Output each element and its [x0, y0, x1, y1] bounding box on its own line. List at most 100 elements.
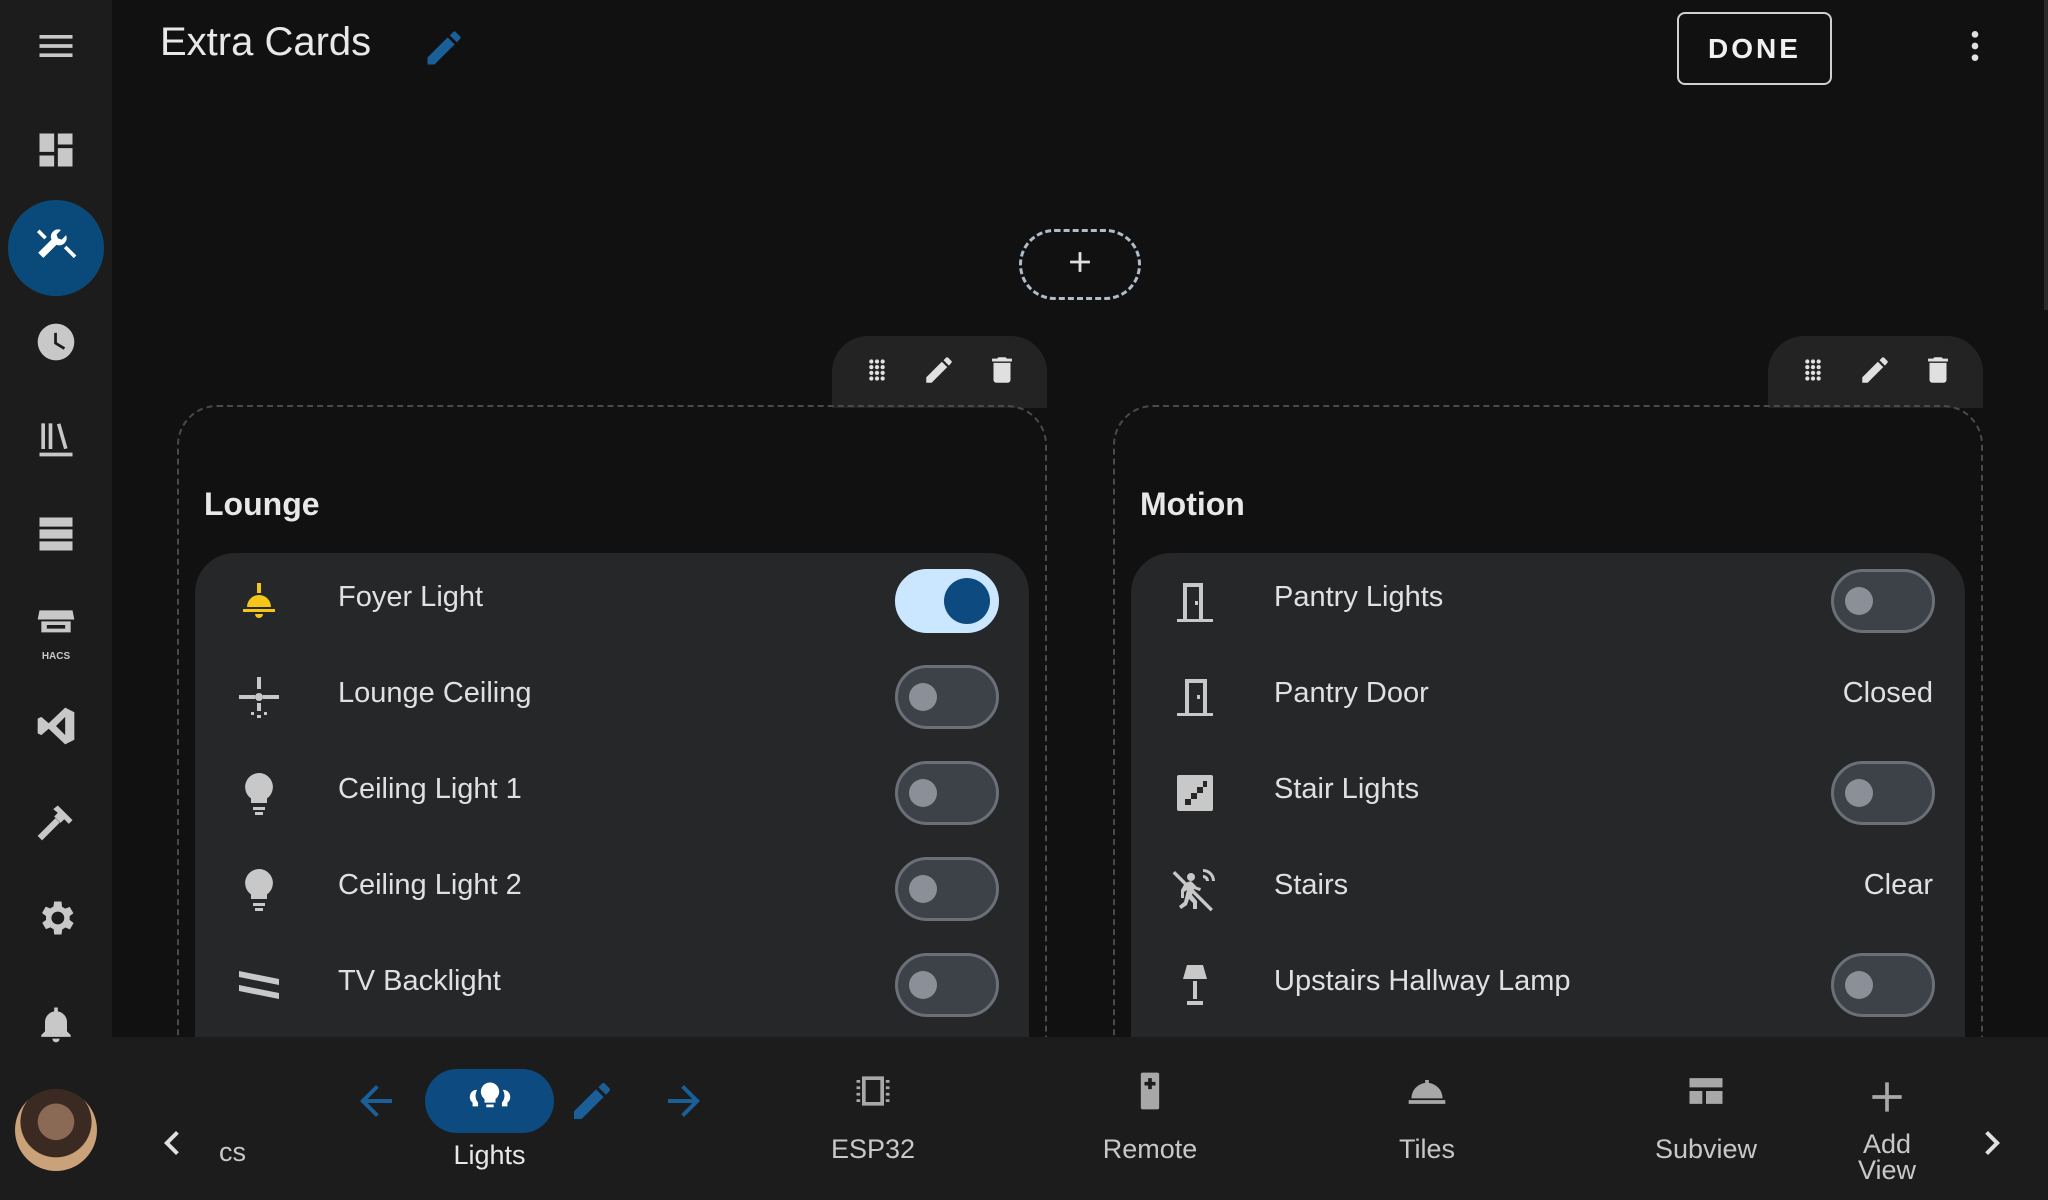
entity-name: Ceiling Light 2 [338, 869, 522, 901]
toggle-knob [909, 683, 937, 711]
tab-remote-label[interactable]: Remote [1070, 1134, 1230, 1165]
avatar[interactable] [15, 1089, 97, 1171]
arrow-left-icon [352, 1085, 400, 1129]
motion-sensor-off-icon [1171, 865, 1219, 913]
move-view-right-button[interactable] [660, 1077, 708, 1125]
entity-toggle[interactable] [895, 569, 999, 633]
entity-toggle[interactable] [895, 665, 999, 729]
entity-name: Lounge Ceiling [338, 677, 532, 709]
entity-toggle[interactable] [1831, 953, 1935, 1017]
move-view-left-button[interactable] [352, 1077, 400, 1125]
plus-icon [1063, 245, 1097, 284]
done-button[interactable]: DONE [1677, 12, 1832, 85]
add-view-label-line2: View [1857, 1155, 1917, 1185]
sidebar-item-logbook[interactable] [8, 392, 104, 488]
tab-lights[interactable] [425, 1069, 554, 1133]
section-title-motion: Motion [1140, 486, 1245, 522]
edit-section-icon[interactable] [922, 353, 956, 392]
ceiling-fan-light-icon [235, 673, 283, 721]
list-item[interactable]: Lounge Ceiling [195, 649, 1029, 745]
tab-tiles-label[interactable]: Tiles [1347, 1134, 1507, 1165]
sidebar-item-history[interactable] [8, 296, 104, 392]
list-item[interactable]: Ceiling Light 2 [195, 841, 1029, 937]
toggle-knob [909, 779, 937, 807]
toggle-knob [909, 971, 937, 999]
chip-icon[interactable] [851, 1069, 895, 1113]
toggle-knob [1845, 971, 1873, 999]
room-service-icon[interactable] [1405, 1069, 1449, 1113]
sidebar-item-servers[interactable] [8, 488, 104, 584]
add-section-button[interactable] [1019, 229, 1141, 300]
section-toolbar-motion [1768, 336, 1983, 408]
door-icon [1171, 673, 1219, 721]
sidebar-item-overview[interactable] [8, 104, 104, 200]
entity-name: Stairs [1274, 869, 1349, 901]
entity-name: Ceiling Light 1 [338, 773, 522, 805]
vscode-icon [34, 704, 78, 753]
scroll-views-right-button[interactable] [1968, 1119, 2016, 1167]
sidebar-item-vscode[interactable] [8, 680, 104, 776]
sidebar-item-settings[interactable] [8, 872, 104, 968]
tab-esp32-label[interactable]: ESP32 [793, 1134, 953, 1165]
entity-state: Clear [1863, 869, 1933, 901]
list-item[interactable]: Pantry Lights [1131, 553, 1965, 649]
list-item[interactable]: Upstairs Hallway Lamp [1131, 937, 1965, 1033]
edit-section-icon[interactable] [1858, 353, 1892, 392]
views-tab-bar: cs Lights ESP32 Remote Tiles Subview Add… [112, 1037, 2048, 1200]
sidebar-item-developer-tools[interactable] [8, 776, 104, 872]
page-scrollbar[interactable] [2044, 0, 2048, 310]
list-item[interactable]: Foyer Light [195, 553, 1029, 649]
delete-section-icon[interactable] [1921, 353, 1955, 392]
entity-toggle[interactable] [895, 761, 999, 825]
entity-toggle[interactable] [1831, 761, 1935, 825]
entity-name: Pantry Door [1274, 677, 1429, 709]
gear-icon [34, 896, 78, 945]
list-item[interactable]: Stair Lights [1131, 745, 1965, 841]
entity-toggle[interactable] [895, 857, 999, 921]
entity-name: TV Backlight [338, 965, 501, 997]
lights-group-icon [468, 1077, 512, 1126]
dashboard-icon [34, 128, 78, 177]
view-dashboard-icon[interactable] [1684, 1069, 1728, 1113]
list-item[interactable]: Stairs Clear [1131, 841, 1965, 937]
sidebar-menu-button[interactable] [8, 0, 104, 96]
entity-toggle[interactable] [895, 953, 999, 1017]
overflow-menu-button[interactable] [1955, 22, 1995, 74]
add-view-icon[interactable] [1865, 1075, 1909, 1119]
lightbulb-icon [235, 865, 283, 913]
tab-subview-label[interactable]: Subview [1626, 1134, 1786, 1165]
sidebar-item-hacs[interactable]: HACS [8, 584, 104, 680]
delete-section-icon[interactable] [985, 353, 1019, 392]
menu-icon [34, 24, 78, 73]
tab-lights-label[interactable]: Lights [425, 1140, 554, 1171]
entity-name: Stair Lights [1274, 773, 1420, 805]
drag-handle-icon[interactable] [860, 353, 894, 392]
pencil-icon [568, 1083, 616, 1129]
hacs-label: HACS [41, 651, 71, 662]
list-item[interactable]: TV Backlight [195, 937, 1029, 1033]
view-tab-cut-label[interactable]: cs [219, 1137, 249, 1168]
entity-state: Closed [1842, 677, 1933, 709]
add-view-label[interactable]: Add View [1837, 1129, 1937, 1185]
remote-icon[interactable] [1128, 1069, 1172, 1113]
sidebar-item-tools[interactable] [8, 200, 104, 296]
drag-handle-icon[interactable] [1796, 353, 1830, 392]
list-item[interactable]: Ceiling Light 1 [195, 745, 1029, 841]
entity-toggle[interactable] [1831, 569, 1935, 633]
clock-icon [34, 320, 78, 369]
sidebar-item-notifications[interactable] [8, 978, 104, 1074]
list-item[interactable]: Pantry Door Closed [1131, 649, 1965, 745]
toggle-knob [1845, 779, 1873, 807]
edit-view-button[interactable] [568, 1077, 616, 1125]
add-view-label-line1: Add [1862, 1129, 1912, 1159]
toggle-knob [1845, 587, 1873, 615]
chevron-right-icon [1968, 1131, 2016, 1171]
tools-icon [34, 224, 78, 273]
lamp-icon [1171, 961, 1219, 1009]
edit-title-button[interactable] [422, 26, 466, 70]
chevron-left-icon [148, 1131, 196, 1171]
hacs-store-icon [34, 609, 78, 652]
entity-name: Pantry Lights [1274, 581, 1444, 613]
scroll-views-left-button[interactable] [148, 1119, 196, 1167]
arrow-right-icon [660, 1085, 708, 1129]
